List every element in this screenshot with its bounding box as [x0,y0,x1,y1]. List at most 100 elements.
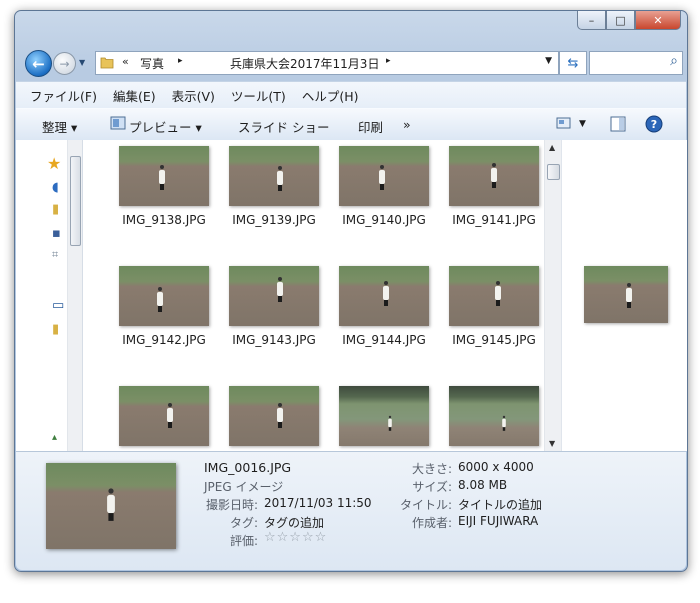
file-grid: IMG_9138.JPG IMG_9139.JPG IMG_9140.JPG I… [82,140,544,451]
thumbnail [449,266,539,326]
organize-button[interactable]: 整理 ▾ [42,117,77,136]
documents-icon[interactable]: ▮ [52,202,59,217]
print-button[interactable]: 印刷 [358,117,383,136]
computer-icon[interactable]: ▪ [52,226,61,241]
folder-icon[interactable]: ▮ [52,322,59,337]
menu-file[interactable]: ファイル(F) [30,86,97,105]
details-filetype: JPEG イメージ [204,480,284,494]
file-item[interactable]: IMG_9145.JPG [439,266,544,347]
tags-value[interactable]: タグの追加 [264,514,324,531]
maximize-button[interactable]: □ [606,11,635,30]
nav-scroll-thumb[interactable] [70,156,81,246]
preview-pane [561,140,687,451]
minimize-button[interactable]: – [577,11,606,30]
more-commands-button[interactable]: » [403,117,411,132]
recent-pages-dropdown[interactable]: ▼ [79,58,85,67]
back-button[interactable]: ← [25,50,52,77]
thumbnail [119,266,209,326]
explorer-window: – □ ✕ ← → ▼ « 写真 ▸ 兵庫県大会2017年11月3日 ▸ ▼ ⇆… [14,10,688,572]
file-name: IMG_9142.JPG [122,333,206,347]
menu-view[interactable]: 表示(V) [172,86,215,105]
homegroup-icon[interactable]: ▴ [52,432,57,443]
menu-bar: ファイル(F) 編集(E) 表示(V) ツール(T) ヘルプ(H) [16,81,686,108]
caption-buttons: – □ ✕ [577,11,681,30]
thumbnail [119,146,209,206]
scroll-down-icon[interactable]: ▼ [549,439,555,448]
filesize-label: サイズ: [412,480,452,494]
title-label: タイトル: [399,498,452,512]
thumbnail [449,146,539,206]
menu-help[interactable]: ヘルプ(H) [302,86,359,105]
search-input[interactable]: ⌕ [589,51,683,75]
forward-icon: → [59,56,70,71]
menu-tools[interactable]: ツール(T) [231,86,286,105]
file-item[interactable]: IMG_9142.JPG [109,266,219,347]
breadcrumb-folder[interactable]: 兵庫県大会2017年11月3日 [230,55,379,72]
file-name: IMG_9140.JPG [342,213,426,227]
breadcrumb-photos[interactable]: 写真 [140,55,164,72]
thumbnail [339,266,429,326]
address-bar[interactable]: « 写真 ▸ 兵庫県大会2017年11月3日 ▸ ▼ [95,51,559,75]
network-icon[interactable]: ⌗ [52,248,58,262]
slideshow-button[interactable]: スライド ショー [238,117,329,136]
menu-edit[interactable]: 編集(E) [113,86,156,105]
address-dropdown-icon[interactable]: ▼ [545,56,552,66]
title-value[interactable]: タイトルの追加 [458,496,542,513]
libraries-icon[interactable]: ◖ [52,180,59,195]
refresh-button[interactable]: ⇆ [559,51,587,75]
navigation-bar: ← → ▼ « 写真 ▸ 兵庫県大会2017年11月3日 ▸ ▼ ⇆ ⌕ [23,49,683,77]
file-name: IMG_9141.JPG [452,213,536,227]
refresh-icon: ⇆ [567,55,579,71]
file-item[interactable]: IMG_9141.JPG [439,146,544,227]
author-label: 作成者: [411,516,452,530]
file-item[interactable]: IMG_9138.JPG [109,146,219,227]
close-button[interactable]: ✕ [635,11,681,30]
file-name: IMG_9138.JPG [122,213,206,227]
dimensions-value: 6000 x 4000 [458,460,534,474]
file-item[interactable]: IMG_9143.JPG [219,266,329,347]
file-name: IMG_9145.JPG [452,333,536,347]
view-dropdown-icon[interactable]: ▼ [579,119,586,129]
nav-scrollbar[interactable] [67,140,82,451]
breadcrumb-arrow-icon[interactable]: ▸ [178,56,183,66]
details-filename: IMG_0016.JPG [204,460,292,475]
file-item[interactable]: IMG_9140.JPG [329,146,439,227]
thumbnail [229,266,319,326]
file-list-scrollbar[interactable]: ▲ ▼ [544,140,561,451]
preview-pane-icon[interactable] [610,116,626,132]
thumbnail [229,146,319,206]
scroll-up-icon[interactable]: ▲ [549,143,555,152]
file-item[interactable] [219,386,329,451]
preview-button[interactable]: プレビュー ▾ [129,117,202,136]
file-item[interactable] [109,386,219,451]
thumbnail [339,146,429,206]
rating-stars[interactable]: ☆☆☆☆☆ [264,530,327,545]
filesize-value: 8.08 MB [458,478,508,492]
file-name: IMG_9144.JPG [342,333,426,347]
thumbnail [339,386,429,446]
file-item[interactable] [439,386,544,451]
help-icon[interactable]: ? [645,115,663,133]
author-value[interactable]: EIJI FUJIWARA [458,514,538,528]
command-bar: 整理 ▾ プレビュー ▾ スライド ショー 印刷 » ▼ ? [16,108,686,141]
monitor-icon[interactable]: ▭ [52,298,64,313]
folder-icon [100,57,114,69]
back-icon: ← [32,54,45,73]
file-item[interactable]: IMG_9144.JPG [329,266,439,347]
file-item[interactable]: IMG_9139.JPG [219,146,329,227]
date-label: 撮影日時: [205,498,258,512]
breadcrumb-overflow[interactable]: « [122,55,129,68]
breadcrumb-arrow-icon[interactable]: ▸ [386,56,391,66]
favorites-star-icon[interactable]: ★ [47,154,61,173]
search-icon[interactable]: ⌕ [670,53,678,69]
content-area: ★ ◖ ▮ ▪ ⌗ ▭ ▮ ▴ IMG_9138.JPG IMG_9139.JP… [16,140,687,451]
tags-label: タグ: [229,516,258,530]
thumbnail [119,386,209,446]
file-item[interactable] [329,386,439,451]
svg-text:?: ? [651,118,657,131]
forward-button[interactable]: → [53,52,76,75]
rating-label: 評価: [229,534,258,548]
scroll-thumb[interactable] [547,164,560,180]
preview-image [584,266,668,323]
change-view-icon[interactable] [556,116,572,130]
